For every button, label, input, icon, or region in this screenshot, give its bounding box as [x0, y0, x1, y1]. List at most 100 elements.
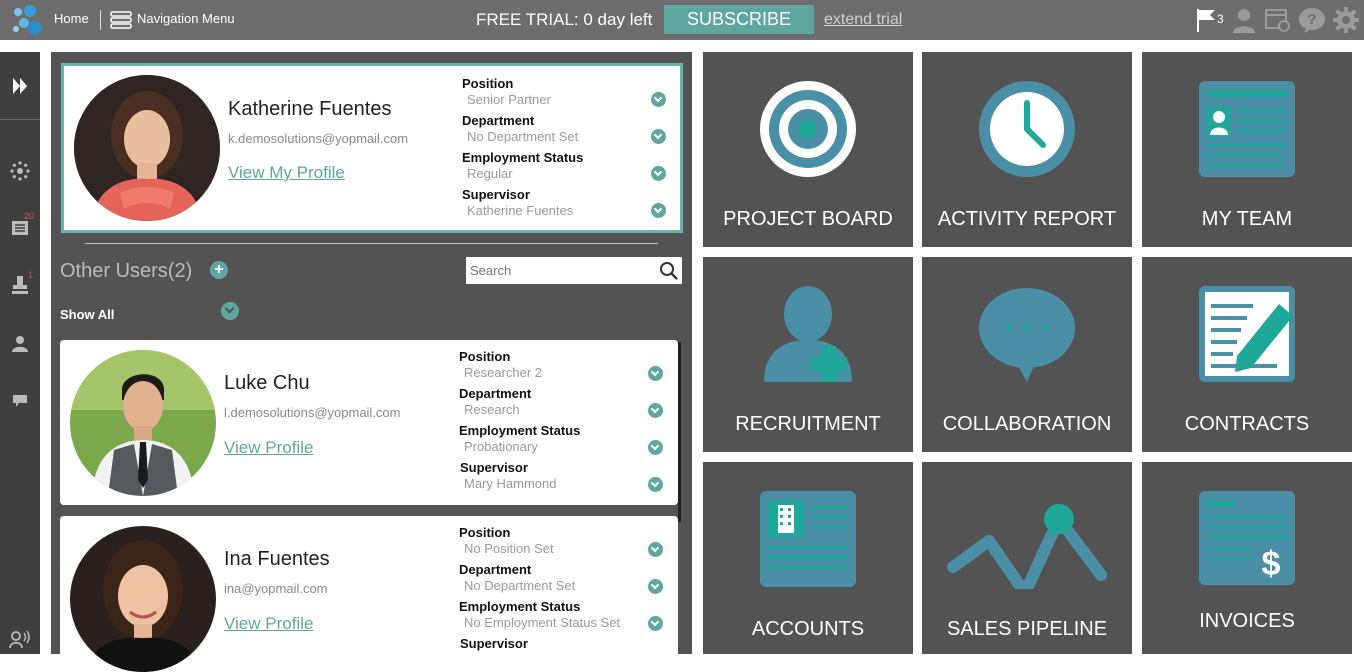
- employment-status-label: Employment Status: [459, 599, 581, 614]
- left-sidebar: 20 1: [0, 52, 40, 654]
- supervisor-dropdown-button[interactable]: [648, 477, 663, 492]
- show-all-label[interactable]: Show All: [60, 307, 114, 322]
- supervisor-label: Supervisor: [460, 460, 528, 475]
- view-my-profile-link[interactable]: View My Profile: [228, 163, 345, 183]
- user-card: Ina Fuentes ina@yopmail.com View Profile…: [60, 516, 678, 672]
- tile-label: RECRUITMENT: [735, 413, 881, 435]
- supervisor-label: Supervisor: [462, 187, 530, 202]
- employment-status-dropdown-button[interactable]: [648, 616, 663, 631]
- menu-icon[interactable]: [110, 9, 132, 31]
- stamp-icon: [12, 276, 28, 294]
- clock-icon: [979, 81, 1075, 177]
- flag-notification[interactable]: 3: [1190, 6, 1224, 34]
- sidebar-item-profile[interactable]: [8, 332, 32, 356]
- show-all-dropdown-button[interactable]: [221, 302, 239, 320]
- employment-status-value: Probationary: [464, 439, 538, 454]
- position-label: Position: [459, 525, 511, 540]
- user-icon: [1233, 9, 1255, 33]
- view-profile-link[interactable]: View Profile: [224, 614, 313, 634]
- employment-status-label: Employment Status: [459, 423, 581, 438]
- chat-icon: [13, 395, 27, 407]
- employment-status-dropdown-button[interactable]: [651, 166, 666, 181]
- supervisor-dropdown-button[interactable]: [651, 203, 666, 218]
- position-label: Position: [462, 76, 514, 91]
- view-profile-link[interactable]: View Profile: [224, 438, 313, 458]
- person-icon: [12, 336, 28, 352]
- trial-status: FREE TRIAL: 0 day left: [476, 10, 653, 29]
- flag-icon: [1197, 9, 1215, 32]
- chat-bubble-icon: [979, 288, 1075, 382]
- profile-photo: [74, 75, 220, 221]
- employment-status-dropdown-button[interactable]: [648, 440, 663, 455]
- tile-label: SALES PIPELINE: [946, 618, 1108, 640]
- position-dropdown-button[interactable]: [651, 92, 666, 107]
- employment-status-value: No Employment Status Set: [464, 615, 621, 630]
- position-label: Position: [459, 349, 511, 364]
- approvals-badge: 1: [28, 270, 34, 280]
- person-speaking-icon: [9, 630, 30, 649]
- sidebar-item-messages[interactable]: 20: [8, 211, 34, 240]
- avatar: [74, 75, 220, 221]
- supervisor-label: Supervisor: [460, 636, 528, 651]
- building-document-icon: [760, 491, 856, 587]
- position-dropdown-button[interactable]: [648, 542, 663, 557]
- tile-sales-pipeline[interactable]: SALES PIPELINE: [922, 462, 1132, 654]
- calendar-settings-button[interactable]: [1264, 6, 1292, 34]
- avatar: [70, 350, 216, 496]
- department-value: No Department Set: [467, 129, 579, 144]
- tile-project-board[interactable]: PROJECT BOARD: [703, 52, 913, 247]
- search-box: [466, 257, 682, 284]
- user-name: Luke Chu: [224, 372, 310, 394]
- tile-collaboration[interactable]: COLLABORATION: [922, 257, 1132, 452]
- user-name: Ina Fuentes: [224, 548, 330, 570]
- navigation-menu-label[interactable]: Navigation Menu: [137, 11, 235, 26]
- tile-activity-report[interactable]: ACTIVITY REPORT: [922, 52, 1132, 247]
- tile-label: INVOICES: [1199, 610, 1295, 632]
- supervisor-value: Mary Hammond: [464, 476, 557, 491]
- sidebar-item-chat[interactable]: [8, 389, 32, 413]
- tile-contracts[interactable]: CONTRACTS: [1142, 257, 1352, 452]
- tile-label: ACCOUNTS: [751, 618, 865, 640]
- calendar-gear-icon: [1265, 9, 1290, 32]
- home-link[interactable]: Home: [54, 11, 89, 26]
- position-dropdown-button[interactable]: [648, 366, 663, 381]
- user-account-button[interactable]: [1230, 6, 1258, 34]
- tile-recruitment[interactable]: RECRUITMENT: [703, 257, 913, 452]
- add-person-icon: [764, 286, 852, 382]
- line-graph-icon: [947, 504, 1107, 589]
- tile-invoices[interactable]: $ INVOICES: [1142, 462, 1352, 654]
- tile-accounts[interactable]: ACCOUNTS: [703, 462, 913, 654]
- other-users-title: Other Users(2): [60, 260, 193, 282]
- app-logo-icon[interactable]: [8, 3, 44, 37]
- newspaper-icon: [12, 221, 28, 235]
- help-button[interactable]: ?: [1298, 6, 1326, 34]
- settings-button[interactable]: [1332, 6, 1360, 34]
- search-input[interactable]: [470, 261, 650, 280]
- profile-photo: [70, 350, 216, 496]
- extend-trial-link[interactable]: extend trial: [824, 11, 902, 29]
- tile-label: PROJECT BOARD: [723, 208, 893, 230]
- expand-sidebar-button[interactable]: [0, 52, 40, 120]
- user-email: k.demosolutions@yopmail.com: [228, 131, 409, 146]
- tile-my-team[interactable]: MY TEAM: [1142, 52, 1352, 247]
- department-dropdown-button[interactable]: [648, 403, 663, 418]
- department-value: Research: [464, 402, 520, 417]
- add-user-button[interactable]: +: [210, 261, 228, 279]
- sidebar-item-broadcast[interactable]: [8, 627, 32, 651]
- tile-label: COLLABORATION: [942, 413, 1112, 435]
- subscribe-button[interactable]: SUBSCRIBE: [664, 5, 814, 34]
- position-value: Researcher 2: [464, 365, 543, 380]
- sidebar-item-approvals[interactable]: 1: [8, 270, 34, 297]
- user-name: Katherine Fuentes: [228, 98, 392, 120]
- department-label: Department: [459, 562, 532, 577]
- sidebar-item-dashboard[interactable]: [8, 159, 32, 183]
- sun-dots-icon: [10, 161, 30, 181]
- search-icon[interactable]: [659, 261, 679, 281]
- top-bar: Home Navigation Menu FREE TRIAL: 0 day l…: [0, 0, 1364, 40]
- department-dropdown-button[interactable]: [648, 579, 663, 594]
- divider: [85, 243, 658, 244]
- user-email: l.demosolutions@yopmail.com: [224, 405, 401, 420]
- department-dropdown-button[interactable]: [651, 129, 666, 144]
- tile-label: MY TEAM: [1201, 208, 1293, 230]
- scrollbar[interactable]: [678, 342, 681, 522]
